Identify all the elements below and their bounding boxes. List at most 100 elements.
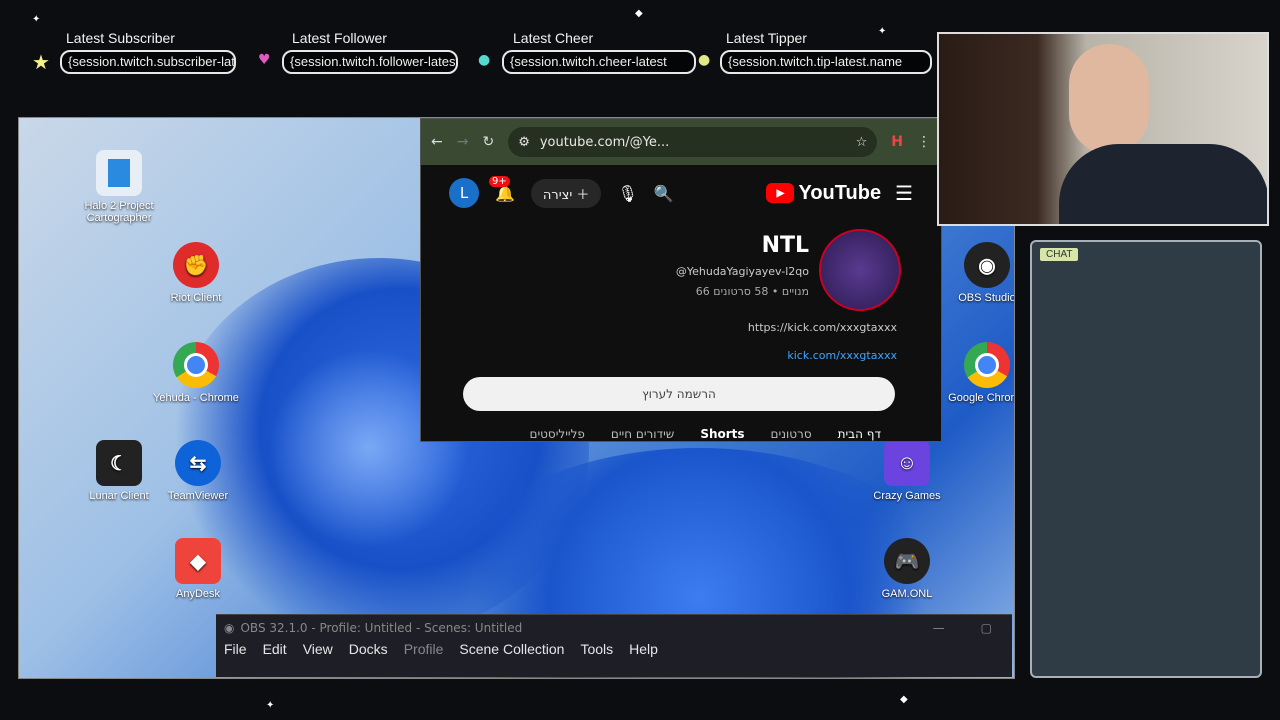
address-bar[interactable]: ⚙ youtube.com/@Ye... ☆ xyxy=(508,127,878,157)
chat-bubble-icon: ● xyxy=(478,52,491,68)
menu-dots-icon[interactable]: ⋮ xyxy=(917,134,931,150)
menu-file[interactable]: File xyxy=(224,641,247,657)
sparkle-icon: ✦ xyxy=(266,700,275,711)
latest-follower-title: Latest Follower xyxy=(292,30,387,46)
obs-logo-icon: ◉ xyxy=(224,621,235,635)
desktop-icon-teamviewer[interactable]: ⇆ TeamViewer xyxy=(153,440,243,502)
subscribe-button[interactable]: הרשמה לערוץ xyxy=(463,377,895,411)
desktop-icon-label: Yehuda - Chrome xyxy=(153,392,239,404)
menu-help[interactable]: Help xyxy=(629,641,658,657)
menu-edit[interactable]: Edit xyxy=(263,641,287,657)
menu-profile[interactable]: Profile xyxy=(404,641,444,657)
reload-icon[interactable]: ↻ xyxy=(482,134,494,150)
hamburger-menu-icon[interactable]: ☰ xyxy=(895,181,913,205)
gamonl-icon: 🎮 xyxy=(884,538,930,584)
obs-title-bar: ◉ OBS 32.1.0 - Profile: Untitled - Scene… xyxy=(216,615,1012,641)
desktop-icon-label: Crazy Games xyxy=(873,490,941,502)
channel-handle: @YehudaYagiyayev-l2qo xyxy=(675,265,809,278)
sparkle-icon: ✦ xyxy=(878,26,887,37)
channel-avatar[interactable] xyxy=(819,229,901,311)
desktop-icon-label: Google Chrome xyxy=(948,392,1014,404)
desktop-icon-label: Riot Client xyxy=(170,292,222,304)
desktop-icon-yehuda-chrome[interactable]: Yehuda - Chrome xyxy=(151,342,241,404)
maximize-icon[interactable]: ▢ xyxy=(981,621,992,635)
channel-description-link[interactable]: https://kick.com/xxxgtaxxx xyxy=(748,321,897,334)
notifications-bell[interactable]: 🔔 9+ xyxy=(489,175,515,203)
latest-cheer-value: {session.twitch.cheer-latest xyxy=(502,50,696,74)
bookmark-star-icon[interactable]: ☆ xyxy=(856,135,868,150)
desktop-icon-label: GAM.ONL xyxy=(881,588,933,600)
channel-kick-link[interactable]: kick.com/xxxgtaxxx xyxy=(787,349,897,362)
chat-label: CHAT xyxy=(1040,248,1079,261)
halo-icon xyxy=(96,150,142,196)
sparkle-icon: ✦ xyxy=(32,14,41,25)
latest-follower-value: {session.twitch.follower-latest xyxy=(282,50,458,74)
riot-icon: ✊ xyxy=(173,242,219,288)
tab-home[interactable]: דף הבית xyxy=(838,427,881,441)
microphone-icon[interactable]: 🎙 xyxy=(617,184,637,203)
chrome-icon xyxy=(173,342,219,388)
youtube-header: L 🔔 9+ יצירה ＋ 🎙 🔍 ▶ YouTube ☰ xyxy=(421,165,941,221)
obs-icon: ◉ xyxy=(964,242,1010,288)
plus-icon: ＋ xyxy=(576,187,590,203)
desktop-icon-lunar[interactable]: ☾ Lunar Client xyxy=(74,440,164,502)
latest-tipper-title: Latest Tipper xyxy=(726,30,807,46)
menu-view[interactable]: View xyxy=(303,641,333,657)
address-text: youtube.com/@Ye... xyxy=(539,134,670,150)
lunar-icon: ☾ xyxy=(96,440,142,486)
notification-count-badge: 9+ xyxy=(489,175,510,187)
desktop-icon-label: Lunar Client xyxy=(89,490,149,502)
desktop-icon-halo[interactable]: Halo 2 Project Cartographer xyxy=(74,150,164,224)
obs-menu-bar: File Edit View Docks Profile Scene Colle… xyxy=(216,641,1012,657)
channel-stats: 66 מנויים • 58 סרטונים xyxy=(695,285,809,298)
desktop-icon-label: TeamViewer xyxy=(167,490,229,502)
star-icon: ★ xyxy=(32,50,50,74)
minimize-icon[interactable]: — xyxy=(933,621,945,635)
channel-header: NTL @YehudaYagiyayev-l2qo 66 מנויים • 58… xyxy=(421,221,941,381)
latest-tipper-value: {session.twitch.tip-latest.name xyxy=(720,50,932,74)
sparkle-icon: ◆ xyxy=(635,8,643,19)
coin-icon: ● xyxy=(698,52,711,68)
desktop-icon-label: Halo 2 Project Cartographer xyxy=(84,200,154,224)
back-icon[interactable]: ← xyxy=(431,134,443,150)
menu-docks[interactable]: Docks xyxy=(349,641,388,657)
desktop-icon-label: AnyDesk xyxy=(175,588,221,600)
latest-subscriber-title: Latest Subscriber xyxy=(66,30,175,46)
menu-scene-collection[interactable]: Scene Collection xyxy=(459,641,564,657)
search-icon[interactable]: 🔍 xyxy=(654,184,674,203)
youtube-play-icon: ▶ xyxy=(766,183,795,203)
latest-cheer-title: Latest Cheer xyxy=(513,30,594,46)
desktop-icon-gamonl[interactable]: 🎮 GAM.ONL xyxy=(862,538,952,600)
desktop-icon-label: OBS Studio xyxy=(958,292,1015,304)
tab-videos[interactable]: סרטונים xyxy=(771,427,812,441)
crazygames-icon: ☺ xyxy=(884,440,930,486)
desktop-icon-obs[interactable]: ◉ OBS Studio xyxy=(942,242,1015,304)
heart-icon: ♥ xyxy=(258,52,271,68)
forward-icon[interactable]: → xyxy=(457,134,469,150)
channel-tabs: דף הבית סרטונים Shorts שידורים חיים פליי… xyxy=(461,427,881,441)
menu-tools[interactable]: Tools xyxy=(580,641,613,657)
tab-live[interactable]: שידורים חיים xyxy=(611,427,674,441)
tab-shorts[interactable]: Shorts xyxy=(700,427,744,441)
avatar[interactable]: L xyxy=(449,178,479,208)
site-info-icon[interactable]: ⚙ xyxy=(518,135,530,150)
youtube-logo[interactable]: ▶ YouTube xyxy=(766,182,881,205)
obs-title-text: OBS 32.1.0 - Profile: Untitled - Scenes:… xyxy=(240,621,523,635)
obs-window[interactable]: ◉ OBS 32.1.0 - Profile: Untitled - Scene… xyxy=(216,614,1012,677)
desktop-icon-riot[interactable]: ✊ Riot Client xyxy=(151,242,241,304)
sparkle-icon: ◆ xyxy=(900,694,908,705)
tab-playlists[interactable]: פלייליסטים xyxy=(529,427,584,441)
chat-panel: CHAT xyxy=(1030,240,1262,678)
webcam-feed xyxy=(937,32,1269,226)
browser-toolbar: ← → ↻ ⚙ youtube.com/@Ye... ☆ H ⋮ xyxy=(421,119,941,165)
chrome-icon xyxy=(964,342,1010,388)
desktop-icon-anydesk[interactable]: ◆ AnyDesk xyxy=(153,538,243,600)
browser-window[interactable]: ← → ↻ ⚙ youtube.com/@Ye... ☆ H ⋮ L 🔔 9+ … xyxy=(420,118,942,442)
create-label: יצירה xyxy=(542,187,573,203)
create-button[interactable]: יצירה ＋ xyxy=(530,178,602,208)
desktop-icon-crazy-games[interactable]: ☺ Crazy Games xyxy=(862,440,952,502)
latest-subscriber-value: {session.twitch.subscriber-latest xyxy=(60,50,236,74)
profile-icon[interactable]: H xyxy=(891,134,903,150)
anydesk-icon: ◆ xyxy=(175,538,221,584)
desktop-icon-google-chrome[interactable]: Google Chrome xyxy=(942,342,1014,404)
